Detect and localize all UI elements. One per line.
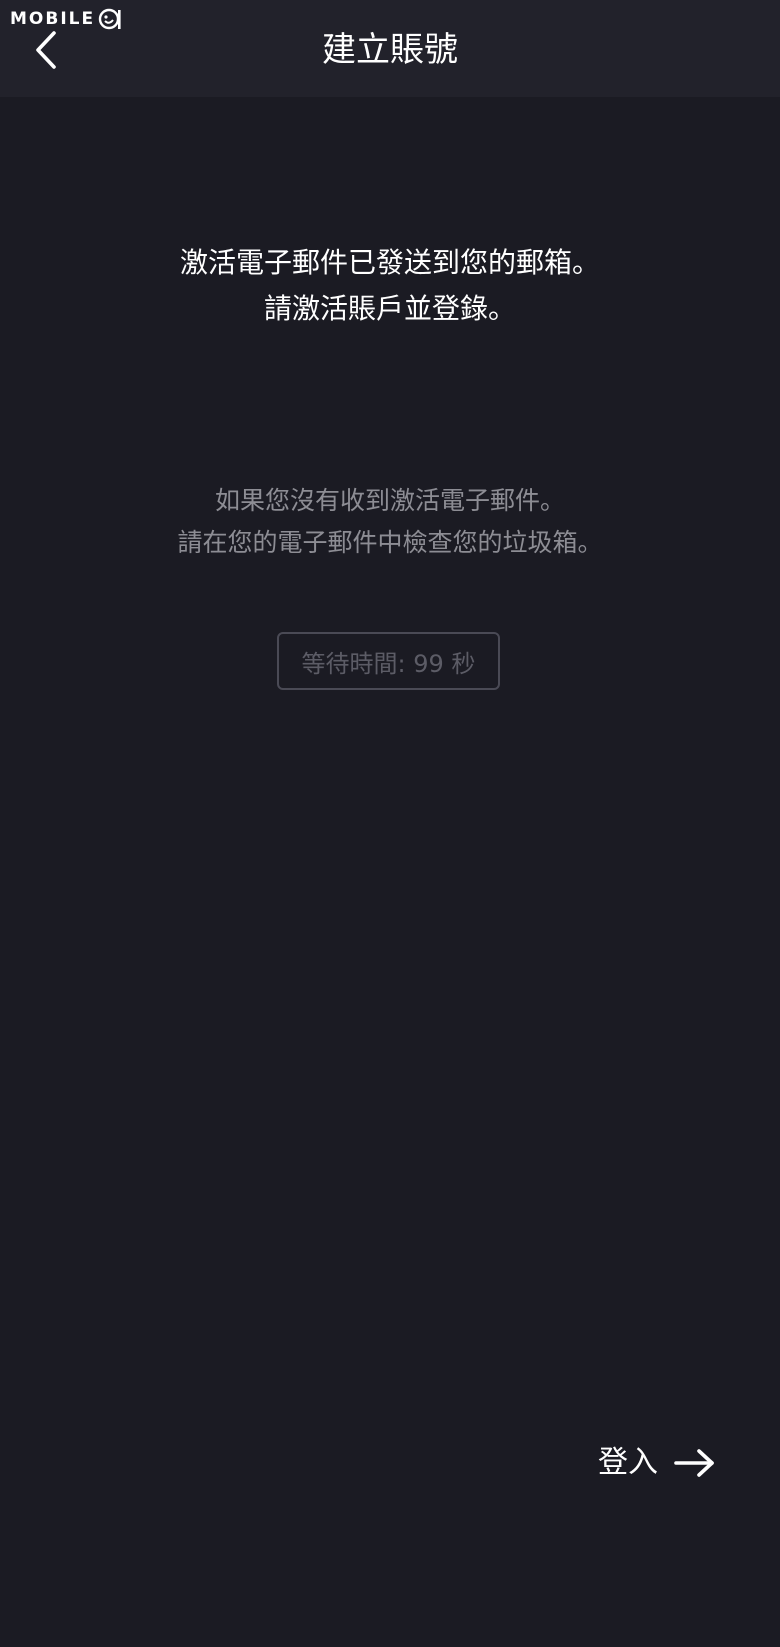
app-header: MOBILE 建立賬號 (0, 0, 780, 97)
activation-message-line-2: 請激活賬戶並登錄。 (263, 292, 516, 325)
login-label: 登入 (598, 1445, 658, 1480)
login-button[interactable]: 登入 (598, 1438, 716, 1488)
activation-message: 激活電子郵件已發送到您的郵箱。 請激活賬戶並登錄。 (0, 240, 780, 332)
spam-hint-line-1: 如果您沒有收到激活電子郵件。 (214, 486, 565, 515)
activation-message-line-1: 激活電子郵件已發送到您的郵箱。 (179, 246, 600, 279)
arrow-right-icon (674, 1449, 714, 1477)
page-title: 建立賬號 (322, 30, 458, 70)
spam-hint: 如果您沒有收到激活電子郵件。 請在您的電子郵件中檢查您的垃圾箱。 (0, 480, 780, 564)
spam-hint-line-2: 請在您的電子郵件中檢查您的垃圾箱。 (177, 528, 603, 557)
resend-wait-button[interactable]: 等待時間: 99 秒 (277, 632, 500, 690)
